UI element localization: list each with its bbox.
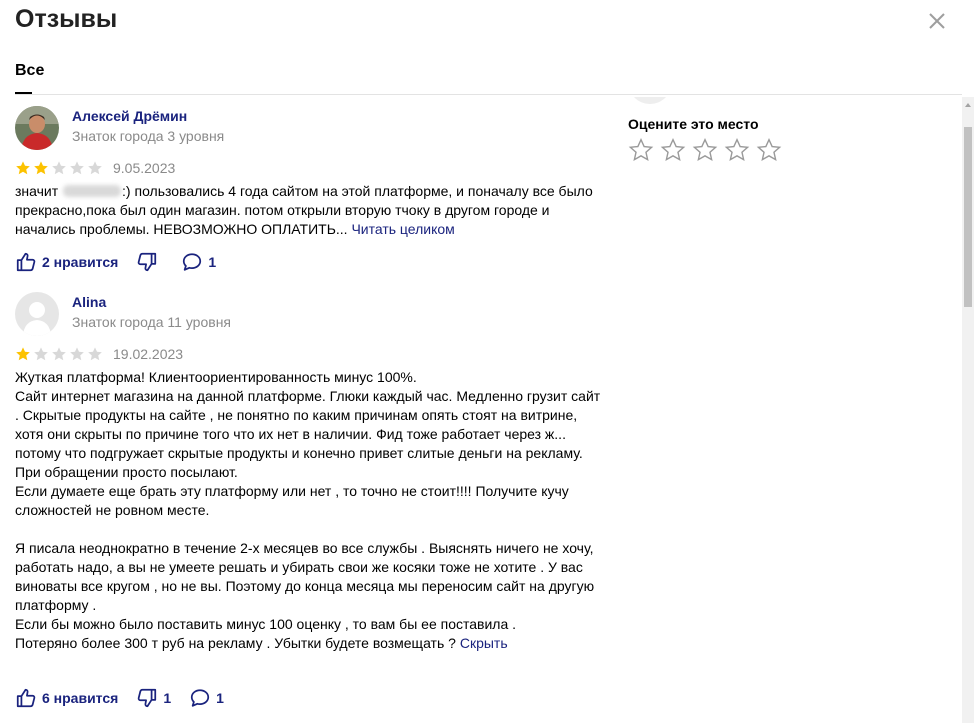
comment-count: 1 <box>216 690 224 706</box>
star-icon <box>70 161 84 175</box>
thumbs-up-icon <box>16 252 36 272</box>
header-backdrop <box>0 0 962 97</box>
author-level: Знаток города 3 уровня <box>72 128 225 144</box>
review-author[interactable]: Alina <box>72 294 106 310</box>
rate-star-icon[interactable] <box>692 137 718 163</box>
dislike-button[interactable] <box>136 251 163 273</box>
star-icon <box>16 161 30 175</box>
close-icon[interactable] <box>926 10 948 32</box>
review-text-start: значит <box>15 183 63 199</box>
star-icon <box>88 161 102 175</box>
hide-link[interactable]: Скрыть <box>460 635 508 651</box>
dislike-button[interactable]: 1 <box>136 687 171 709</box>
review-actions: 2 нравится 1 <box>15 251 234 273</box>
like-count: 6 нравится <box>42 690 119 706</box>
page-title-overlay: Отзывы <box>15 5 118 33</box>
rate-star-icon[interactable] <box>724 137 750 163</box>
thumbs-down-icon <box>138 688 157 708</box>
star-icon <box>16 347 30 361</box>
scroll-up-arrow-icon[interactable] <box>965 103 971 107</box>
star-icon <box>88 347 102 361</box>
read-more-link[interactable]: Читать целиком <box>351 221 454 237</box>
comments-button[interactable]: 1 <box>181 251 216 273</box>
review-text: Жуткая платформа! Клиентоориентированнос… <box>15 368 605 653</box>
comment-count: 1 <box>208 254 217 270</box>
avatar[interactable] <box>15 106 59 150</box>
like-count: 2 нравится <box>42 254 119 270</box>
like-button[interactable]: 2 нравится <box>15 251 118 273</box>
star-icon <box>34 161 48 175</box>
star-icon <box>70 347 84 361</box>
tabs-divider <box>15 94 962 95</box>
review-date: 9.05.2023 <box>113 160 176 176</box>
comment-icon <box>183 253 202 271</box>
review-actions: 6 нравится 1 1 <box>15 687 242 709</box>
rate-star-icon[interactable] <box>628 137 654 163</box>
review-author[interactable]: Алексей Дрёмин <box>72 108 187 124</box>
review-date: 19.02.2023 <box>113 346 184 362</box>
tab-all-overlay[interactable]: Все <box>15 62 44 80</box>
author-level: Знаток города 11 уровня <box>72 314 232 330</box>
dislike-count: 1 <box>163 690 172 706</box>
rate-star-icon[interactable] <box>660 137 686 163</box>
avatar[interactable] <box>15 292 59 336</box>
rating-stars <box>15 160 103 176</box>
star-icon <box>52 161 66 175</box>
rating-stars <box>15 346 103 362</box>
star-icon <box>52 347 66 361</box>
scrollbar[interactable] <box>962 97 974 723</box>
review-card: Alina Знаток города 11 уровня 19.02.2023… <box>15 292 605 720</box>
comments-button[interactable]: 1 <box>189 687 224 709</box>
rating-row: 19.02.2023 <box>15 346 183 362</box>
star-icon <box>34 347 48 361</box>
review-text: значит :) пользовались 4 года сайтом на … <box>15 182 605 239</box>
rate-star-icon[interactable] <box>756 137 782 163</box>
review-card: Алексей Дрёмин Знаток города 3 уровня 9.… <box>15 106 605 276</box>
thumbs-down-icon <box>138 252 157 272</box>
like-button[interactable]: 6 нравится <box>15 687 118 709</box>
comment-icon <box>190 689 210 707</box>
review-text-body: Жуткая платформа! Клиентоориентированнос… <box>15 369 601 651</box>
rate-place-label: Оцените это место <box>628 116 759 132</box>
scrollbar-thumb[interactable] <box>964 127 972 307</box>
rate-stars[interactable] <box>628 137 782 163</box>
rating-row: 9.05.2023 <box>15 160 175 176</box>
blurred-text <box>63 185 122 197</box>
thumbs-up-icon <box>16 688 36 708</box>
